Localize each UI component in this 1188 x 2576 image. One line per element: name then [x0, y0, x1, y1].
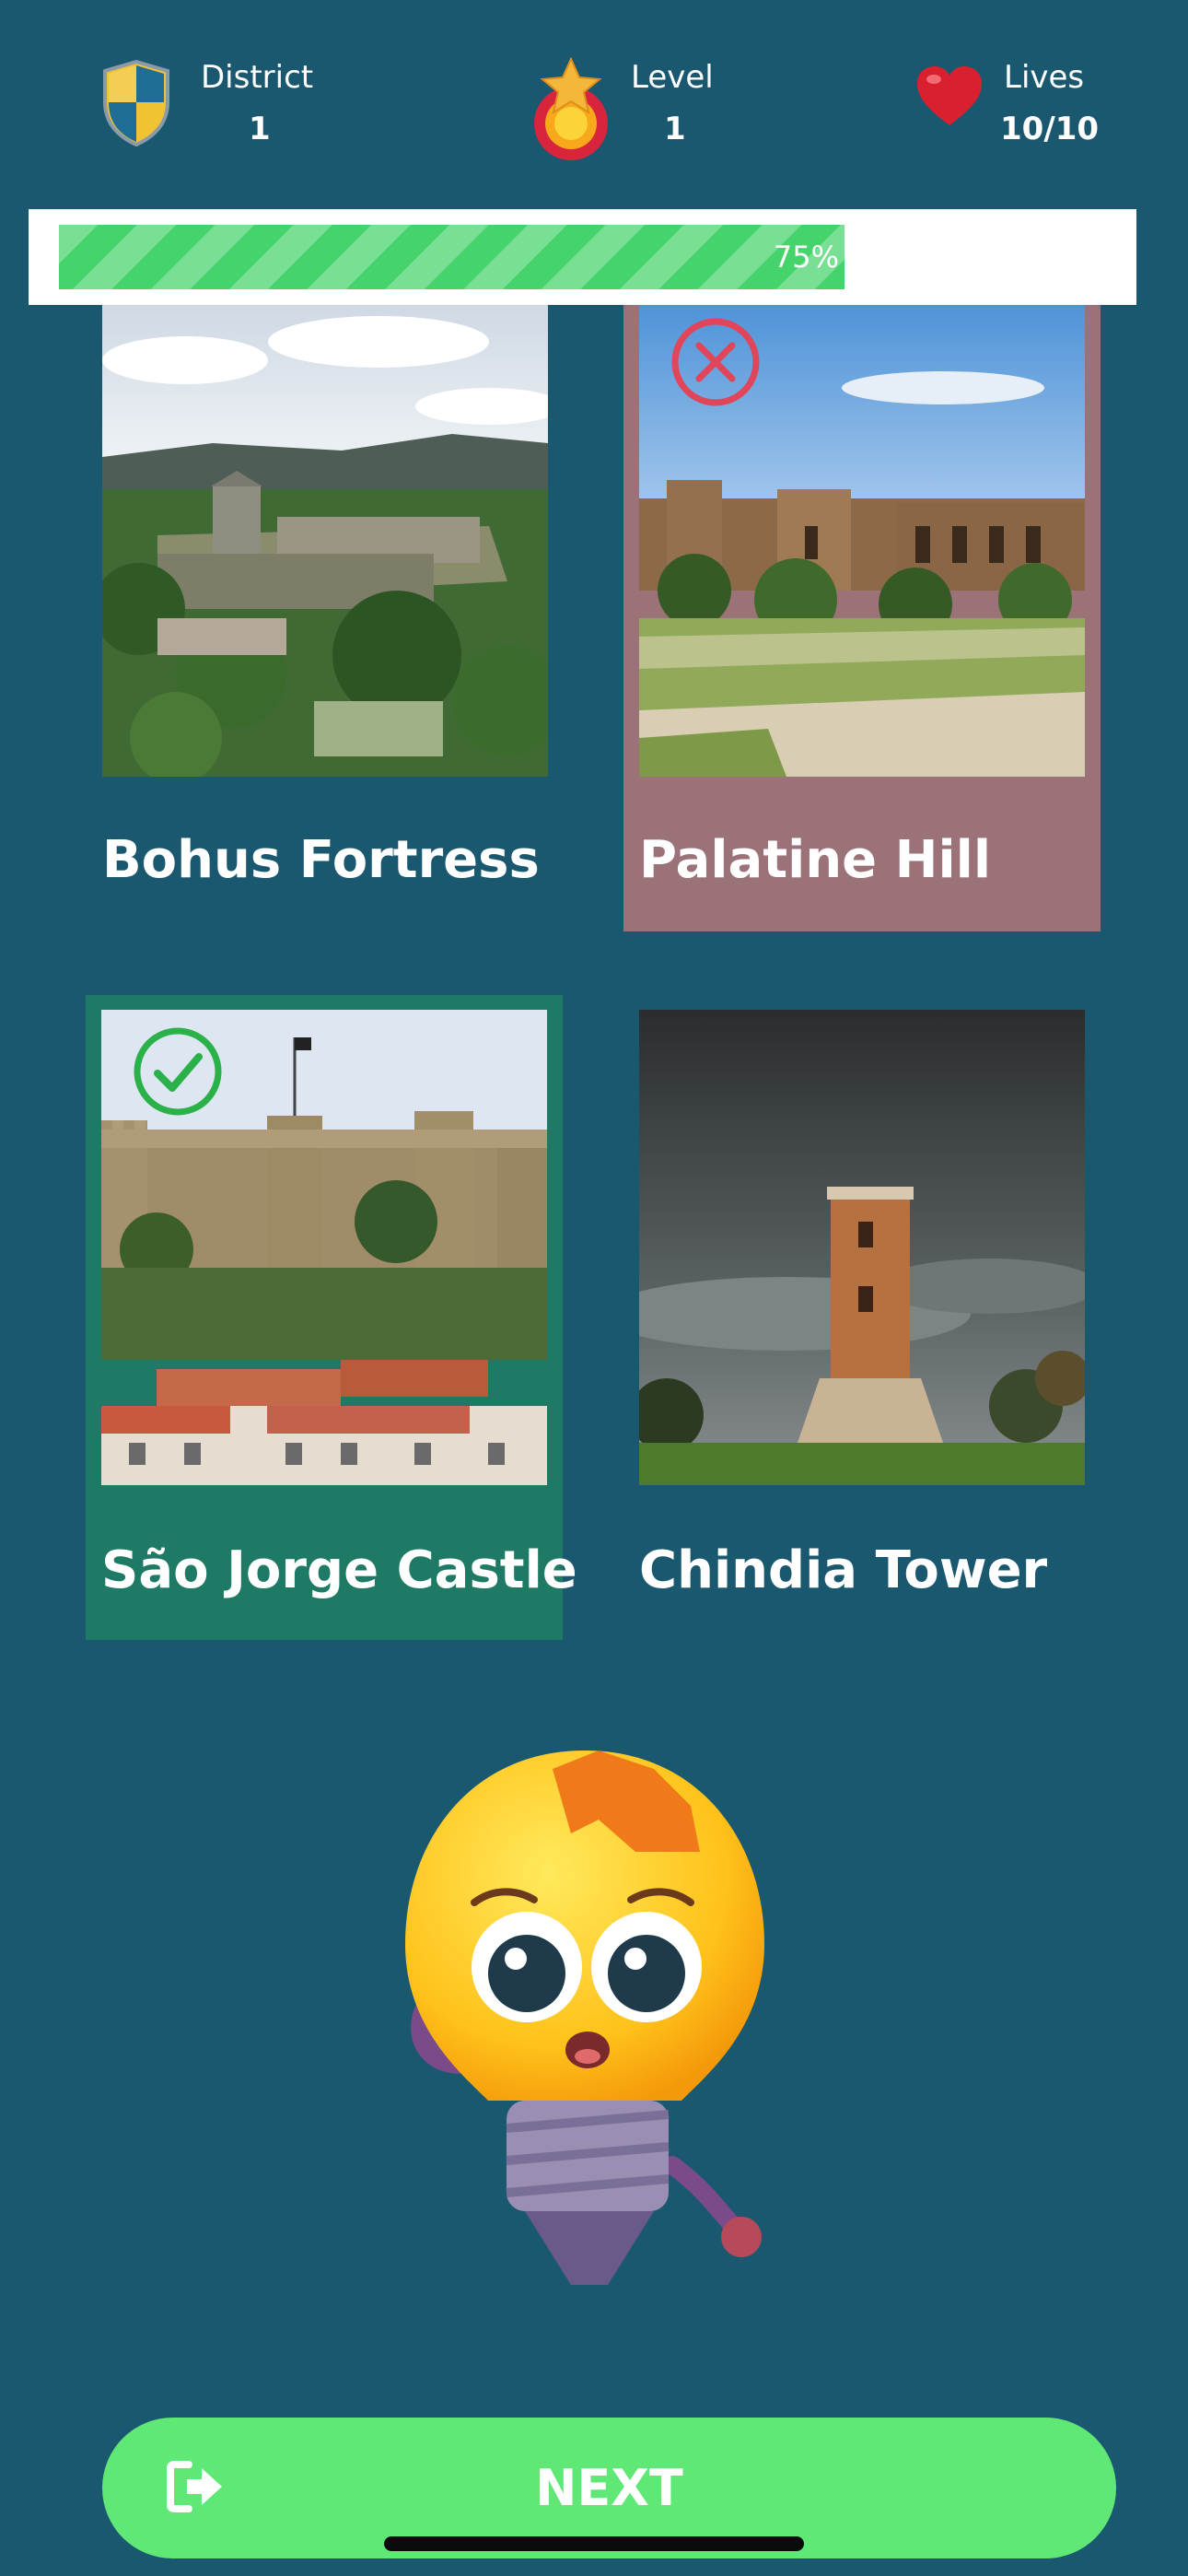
- card-label: Bohus Fortress: [102, 830, 540, 890]
- card-label: São Jorge Castle: [101, 1540, 577, 1600]
- lives-stat: Lives 10/10: [912, 55, 1151, 157]
- district-value: 1: [249, 111, 271, 147]
- progress-fill: 75%: [59, 225, 844, 289]
- level-stat: Level 1: [530, 57, 751, 168]
- answer-card-palatine-hill[interactable]: Palatine Hill: [623, 305, 1101, 931]
- fortress-photo: [102, 305, 548, 777]
- lives-value: 10/10: [1000, 111, 1100, 147]
- answer-card-bohus-fortress[interactable]: Bohus Fortress: [87, 305, 566, 931]
- level-value: 1: [664, 111, 686, 147]
- district-stat: District 1: [101, 55, 341, 157]
- card-label: Palatine Hill: [639, 830, 992, 890]
- lightbulb-mascot: [405, 1751, 764, 2285]
- heart-icon: [917, 66, 982, 125]
- x-circle-icon: [671, 318, 760, 406]
- lives-label: Lives: [1004, 59, 1085, 96]
- tower-photo: [639, 1010, 1085, 1485]
- home-indicator: [384, 2536, 804, 2551]
- district-label: District: [201, 59, 314, 96]
- answer-card-sao-jorge-castle[interactable]: São Jorge Castle: [86, 995, 577, 1640]
- star-medal-icon: [534, 57, 608, 160]
- progress-bar: 75%: [29, 209, 1136, 305]
- level-label: Level: [631, 59, 714, 96]
- card-label: Chindia Tower: [639, 1540, 1048, 1600]
- answer-card-chindia-tower[interactable]: Chindia Tower: [623, 995, 1101, 1640]
- check-circle-icon: [134, 1027, 222, 1116]
- shield-icon: [103, 60, 169, 146]
